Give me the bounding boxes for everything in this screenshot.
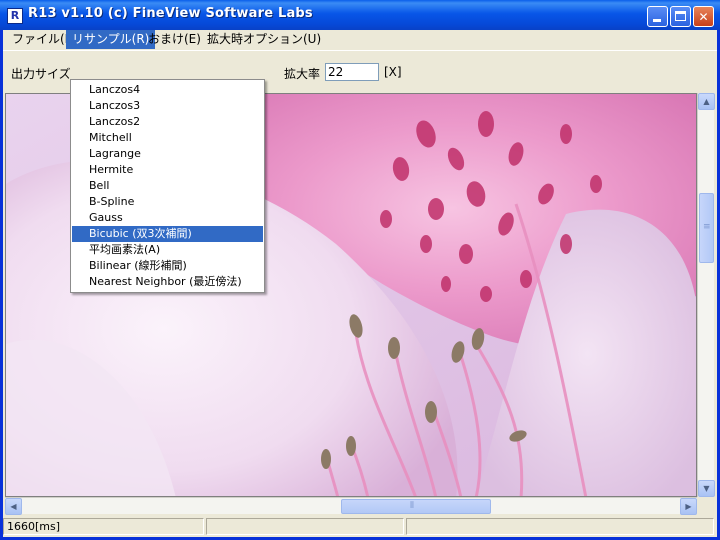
menu-item-bicubic[interactable]: Bicubic (双3次補間) — [72, 226, 263, 242]
scroll-right-button[interactable]: ▶ — [680, 498, 697, 515]
minimize-icon — [653, 19, 661, 22]
minimize-button[interactable] — [647, 6, 668, 27]
menu-zoom-options[interactable]: 拡大時オプション(U) — [201, 30, 327, 49]
status-time: 1660[ms] — [3, 518, 204, 535]
app-icon[interactable]: R — [7, 8, 23, 24]
menu-item-b-spline[interactable]: B-Spline — [72, 194, 263, 210]
menu-item-lanczos2[interactable]: Lanczos2 — [72, 114, 263, 130]
scroll-down-button[interactable]: ▼ — [698, 480, 715, 497]
close-button[interactable]: ✕ — [693, 6, 714, 27]
maximize-button[interactable] — [670, 6, 691, 27]
scroll-corner — [697, 497, 714, 514]
grip-icon: ≡ — [703, 222, 711, 232]
horizontal-scrollbar[interactable]: ◀ ⦀ ▶ — [5, 497, 697, 515]
menu-item-lagrange[interactable]: Lagrange — [72, 146, 263, 162]
title-bar[interactable]: R R13 v1.10 (c) FineView Software Labs ✕ — [0, 0, 720, 30]
app-window: R R13 v1.10 (c) FineView Software Labs ✕… — [0, 0, 720, 540]
scroll-up-button[interactable]: ▲ — [698, 93, 715, 110]
scroll-left-button[interactable]: ◀ — [5, 498, 22, 515]
window-title: R13 v1.10 (c) FineView Software Labs — [28, 6, 313, 21]
maximize-icon — [675, 11, 686, 21]
vertical-scroll-thumb[interactable]: ≡ — [699, 193, 714, 263]
grip-icon: ⦀ — [410, 501, 414, 511]
menu-item-bilinear[interactable]: Bilinear (線形補間) — [72, 258, 263, 274]
status-pane-2 — [206, 518, 404, 535]
client-area: ファイル(F) リサンプル(R) おまけ(E) 拡大時オプション(U) 出力サイ… — [3, 30, 717, 537]
menu-item-average-pixel[interactable]: 平均画素法(A) — [72, 242, 263, 258]
status-bar: 1660[ms] — [3, 516, 717, 537]
zoom-label: 拡大率 — [284, 67, 321, 81]
menu-bar: ファイル(F) リサンプル(R) おまけ(E) 拡大時オプション(U) — [3, 30, 717, 49]
zoom-input[interactable] — [325, 63, 379, 81]
menu-item-mitchell[interactable]: Mitchell — [72, 130, 263, 146]
menu-item-bell[interactable]: Bell — [72, 178, 263, 194]
menu-item-lanczos3[interactable]: Lanczos3 — [72, 98, 263, 114]
menu-extras[interactable]: おまけ(E) — [142, 30, 207, 49]
arrow-right-icon: ▶ — [685, 502, 692, 511]
output-size-label: 出力サイズ — [11, 67, 71, 81]
vertical-scrollbar[interactable]: ▲ ≡ ▼ — [697, 93, 715, 497]
menu-item-hermite[interactable]: Hermite — [72, 162, 263, 178]
menu-item-lanczos4[interactable]: Lanczos4 — [72, 82, 263, 98]
arrow-down-icon: ▼ — [703, 484, 710, 493]
menu-item-gauss[interactable]: Gauss — [72, 210, 263, 226]
resample-menu: Lanczos4 Lanczos3 Lanczos2 Mitchell Lagr… — [70, 79, 265, 293]
zoom-unit: [X] — [384, 65, 402, 79]
menu-item-nearest-neighbor[interactable]: Nearest Neighbor (最近傍法) — [72, 274, 263, 290]
horizontal-scroll-thumb[interactable]: ⦀ — [341, 499, 491, 514]
arrow-up-icon: ▲ — [703, 97, 710, 106]
close-icon: ✕ — [698, 10, 709, 24]
arrow-left-icon: ◀ — [10, 502, 17, 511]
status-pane-3 — [406, 518, 714, 535]
